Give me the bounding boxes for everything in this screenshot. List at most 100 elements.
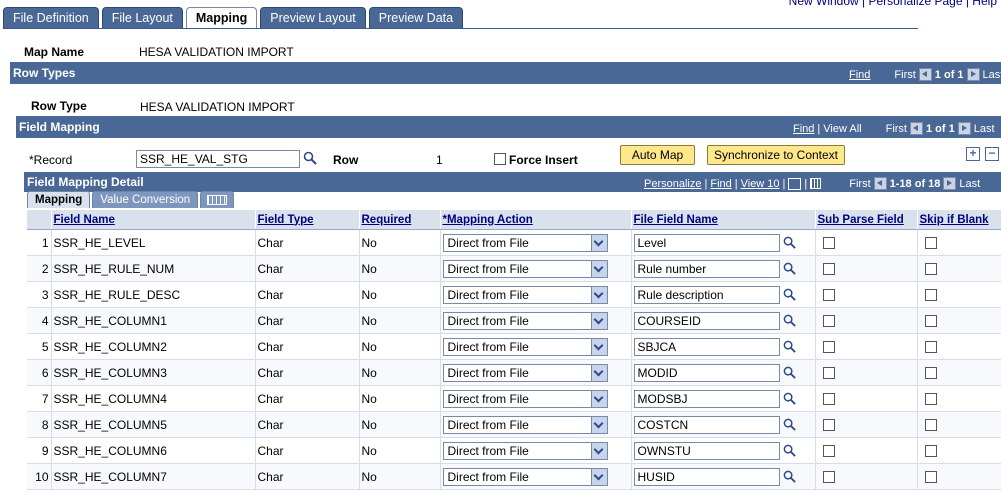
- force-insert-checkbox[interactable]: [494, 153, 506, 165]
- file-field-input[interactable]: COSTCN: [633, 415, 780, 434]
- mapping-action-select[interactable]: Direct from File: [442, 415, 608, 434]
- previous-arrow-icon[interactable]: [909, 122, 923, 135]
- chevron-down-icon[interactable]: [590, 312, 607, 329]
- chevron-down-icon[interactable]: [590, 286, 607, 303]
- add-row-icon[interactable]: +: [966, 147, 980, 161]
- col-header-required[interactable]: Required: [359, 210, 441, 230]
- col-header-field-type[interactable]: Field Type: [255, 210, 360, 230]
- next-arrow-icon[interactable]: [957, 122, 971, 135]
- grid-icon[interactable]: [810, 178, 822, 189]
- mapping-action-select[interactable]: Direct from File: [442, 441, 608, 460]
- row-types-nav: Find First 1 of 1 Last: [849, 68, 1001, 81]
- next-arrow-icon[interactable]: [966, 68, 980, 81]
- synchronize-button[interactable]: Synchronize to Context: [707, 145, 845, 165]
- mapping-action-select[interactable]: Direct from File: [442, 363, 608, 382]
- lookup-icon[interactable]: [783, 418, 796, 431]
- lookup-icon[interactable]: [783, 314, 796, 327]
- sub-parse-checkbox[interactable]: [822, 445, 835, 458]
- col-header-sub-parse-field[interactable]: Sub Parse Field: [815, 210, 918, 230]
- chevron-down-icon[interactable]: [590, 260, 607, 277]
- file-field-input[interactable]: Rule number: [633, 259, 780, 278]
- lookup-icon[interactable]: [783, 340, 796, 353]
- sub-parse-checkbox[interactable]: [822, 341, 835, 354]
- chevron-down-icon[interactable]: [590, 390, 607, 407]
- file-field-input[interactable]: COURSEID: [633, 311, 780, 330]
- sub-parse-checkbox[interactable]: [822, 393, 835, 406]
- sub-parse-checkbox[interactable]: [822, 237, 835, 250]
- required-cell: No: [359, 463, 441, 490]
- mapping-action-select[interactable]: Direct from File: [442, 233, 608, 252]
- previous-arrow-icon[interactable]: [918, 68, 932, 81]
- file-field-input[interactable]: HUSID: [633, 467, 780, 486]
- chevron-down-icon[interactable]: [590, 338, 607, 355]
- top-links[interactable]: New Window | Personalize Page | Help: [789, 0, 997, 8]
- lookup-icon[interactable]: [783, 236, 796, 249]
- tab-file-definition[interactable]: File Definition: [3, 7, 99, 28]
- record-lookup-icon[interactable]: [303, 151, 317, 165]
- skip-if-blank-checkbox[interactable]: [924, 419, 937, 432]
- skip-if-blank-checkbox[interactable]: [924, 471, 937, 484]
- detail-find-link[interactable]: Find: [710, 178, 731, 190]
- sub-parse-checkbox[interactable]: [822, 315, 835, 328]
- next-arrow-icon[interactable]: [943, 177, 957, 190]
- file-field-input[interactable]: Level: [633, 233, 780, 252]
- col-header-skip-if-blank[interactable]: Skip if Blank: [917, 210, 1001, 230]
- tab-preview-data[interactable]: Preview Data: [368, 7, 464, 28]
- tab-preview-layout[interactable]: Preview Layout: [260, 7, 366, 28]
- skip-if-blank-checkbox[interactable]: [924, 341, 937, 354]
- view-10-link[interactable]: View 10: [741, 178, 780, 190]
- lookup-icon[interactable]: [783, 444, 796, 457]
- mapping-action-select[interactable]: Direct from File: [442, 467, 608, 486]
- mapping-action-select[interactable]: Direct from File: [442, 337, 608, 356]
- personalize-link[interactable]: Personalize: [644, 178, 701, 190]
- lookup-icon[interactable]: [783, 288, 796, 301]
- tab-mapping[interactable]: Mapping: [185, 7, 258, 29]
- lookup-icon[interactable]: [783, 392, 796, 405]
- file-field-input[interactable]: OWNSTU: [633, 441, 780, 460]
- mapping-action-select[interactable]: Direct from File: [442, 389, 608, 408]
- skip-if-blank-checkbox[interactable]: [924, 367, 937, 380]
- sub-parse-checkbox[interactable]: [822, 419, 835, 432]
- view-all-link[interactable]: View All: [823, 123, 861, 135]
- mapping-action-select[interactable]: Direct from File: [442, 259, 608, 278]
- auto-map-button[interactable]: Auto Map: [620, 145, 695, 165]
- skip-if-blank-checkbox[interactable]: [924, 315, 937, 328]
- sub-parse-checkbox[interactable]: [822, 367, 835, 380]
- sub-parse-checkbox[interactable]: [822, 471, 835, 484]
- mapping-action-select[interactable]: Direct from File: [442, 285, 608, 304]
- chevron-down-icon[interactable]: [590, 416, 607, 433]
- skip-if-blank-checkbox[interactable]: [924, 289, 937, 302]
- col-header-mapping-action[interactable]: *Mapping Action: [440, 210, 632, 230]
- show-all-columns-icon[interactable]: [200, 191, 235, 208]
- delete-row-icon[interactable]: −: [985, 147, 999, 161]
- chevron-down-icon[interactable]: [590, 234, 607, 251]
- previous-arrow-icon[interactable]: [873, 177, 887, 190]
- file-field-input[interactable]: MODSBJ: [633, 389, 780, 408]
- subtab-value-conversion[interactable]: Value Conversion: [92, 191, 199, 208]
- sub-parse-checkbox[interactable]: [822, 289, 835, 302]
- file-field-input[interactable]: MODID: [633, 363, 780, 382]
- mapping-action-cell: Direct from File: [440, 385, 632, 412]
- chevron-down-icon[interactable]: [590, 468, 607, 485]
- col-header-file-field-name[interactable]: File Field Name: [631, 210, 816, 230]
- row-types-find-link[interactable]: Find: [849, 69, 870, 81]
- file-field-input[interactable]: Rule description: [633, 285, 780, 304]
- download-icon[interactable]: [788, 177, 802, 190]
- lookup-icon[interactable]: [783, 366, 796, 379]
- record-input[interactable]: SSR_HE_VAL_STG: [136, 150, 300, 168]
- file-field-input[interactable]: SBJCA: [633, 337, 780, 356]
- skip-if-blank-checkbox[interactable]: [924, 393, 937, 406]
- skip-if-blank-checkbox[interactable]: [924, 263, 937, 276]
- tab-file-layout[interactable]: File Layout: [101, 7, 183, 28]
- field-mapping-find-link[interactable]: Find: [793, 123, 814, 135]
- col-header-field-name[interactable]: Field Name: [51, 210, 256, 230]
- mapping-action-select[interactable]: Direct from File: [442, 311, 608, 330]
- subtab-mapping[interactable]: Mapping: [27, 191, 91, 208]
- skip-if-blank-checkbox[interactable]: [924, 237, 937, 250]
- chevron-down-icon[interactable]: [590, 364, 607, 381]
- lookup-icon[interactable]: [783, 262, 796, 275]
- lookup-icon[interactable]: [783, 470, 796, 483]
- skip-if-blank-checkbox[interactable]: [924, 445, 937, 458]
- chevron-down-icon[interactable]: [590, 442, 607, 459]
- sub-parse-checkbox[interactable]: [822, 263, 835, 276]
